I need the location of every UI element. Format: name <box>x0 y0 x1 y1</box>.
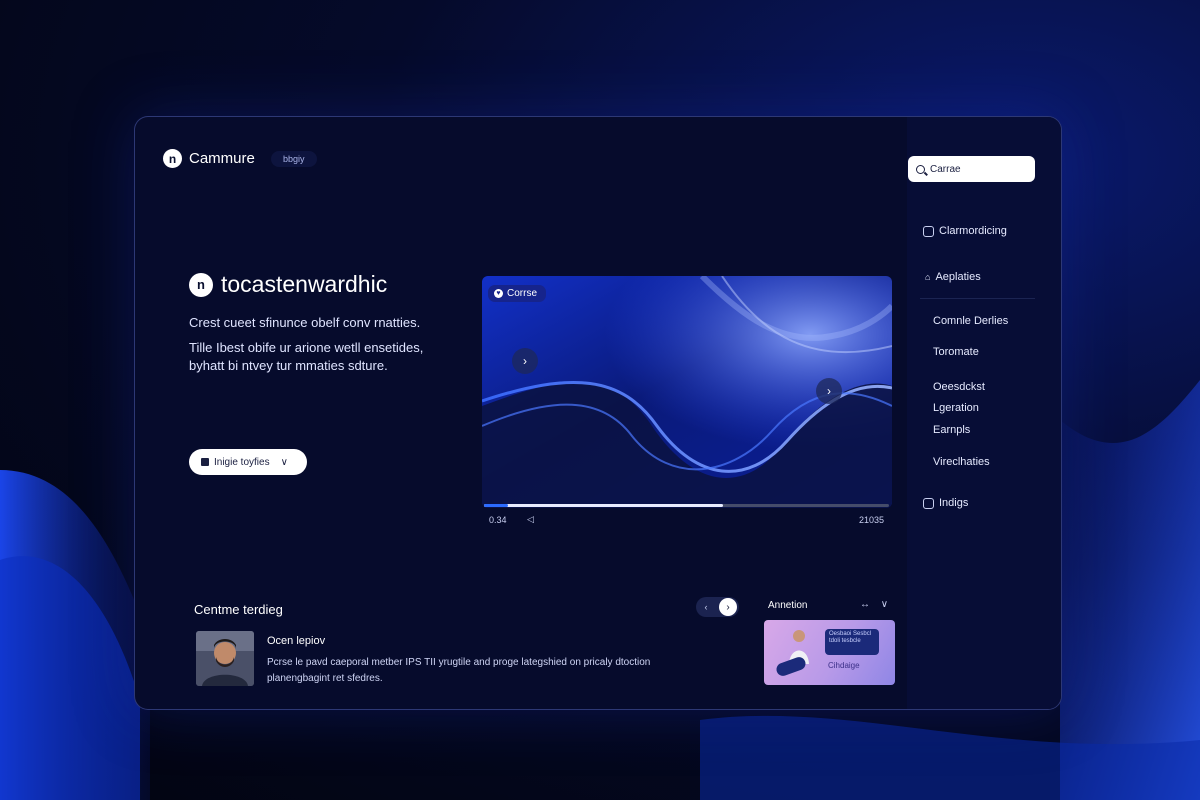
header-tag[interactable]: bbgiy <box>271 151 317 167</box>
annotation-card[interactable]: Oesbaoi Sesbcl tdoli tesbcle Cihdaige <box>764 620 895 685</box>
volume-icon[interactable]: ◁ <box>527 514 534 525</box>
hero-description: Crest cueet sfinunce obelf conv rnatties… <box>189 315 421 330</box>
annotation-label: Cihdaige <box>828 661 860 670</box>
sidebar-item-label: Toromate <box>933 346 979 358</box>
app-window: n Cammure bbgiy n tocastenwardhic Crest … <box>134 116 1062 710</box>
sidebar-item-label: Comnle Derlies <box>933 315 1009 327</box>
sidebar-divider <box>920 298 1035 299</box>
sidebar-item-comnle-derlies[interactable]: Comnle Derlies <box>933 315 1008 327</box>
card-description: Pcrse le pavd caeporal metber IPS TII yr… <box>267 657 651 684</box>
heart-icon: ♥ <box>494 289 503 298</box>
video-time-current: 0.34 <box>489 515 507 525</box>
person-portrait-icon <box>196 631 254 686</box>
sidebar-item-label: Oeesdckst <box>933 381 985 393</box>
video-time-total: 21035 <box>859 515 885 525</box>
annotation-sticker <box>774 655 808 678</box>
carousel-prev-button[interactable]: ‹ <box>696 602 716 612</box>
sidebar-item-toromate[interactable]: Toromate <box>933 346 979 358</box>
hero-title: n tocastenwardhic <box>189 271 387 298</box>
video-badge-label: Corrse <box>507 288 538 299</box>
video-prev-button[interactable]: › <box>512 348 538 374</box>
sidebar-item-label: Clarmordicing <box>939 225 1007 237</box>
search-box[interactable] <box>908 156 1035 182</box>
section-title: Centme terdieg <box>194 602 283 617</box>
sidebar-item-vireclhaties[interactable]: Vireclhaties <box>933 456 990 468</box>
brand[interactable]: n Cammure <box>163 149 255 168</box>
brand-logo-icon: n <box>163 149 182 168</box>
sidebar-item-label: Aeplaties <box>935 271 981 283</box>
sidebar-item-aeplaties[interactable]: ⌂ Aeplaties <box>925 271 981 283</box>
search-icon <box>916 164 925 174</box>
annotation-controls-icon[interactable]: ↔ ∨ <box>860 599 892 610</box>
sidebar-item-label: Lgeration <box>933 402 979 414</box>
annotation-pill: Oesbaoi Sesbcl tdoli tesbcle <box>825 629 879 655</box>
carousel-controls: ‹ › <box>696 597 739 617</box>
brand-name: Cammure <box>189 150 255 167</box>
sidebar-item-lgeration[interactable]: Lgeration <box>933 402 979 414</box>
video-progress-fill <box>484 504 723 507</box>
video-progress-accent <box>484 504 508 507</box>
hero-logo-icon: n <box>189 272 213 297</box>
hero-description-secondary: Tille Ibest obife ur arione wetll enseti… <box>189 340 424 373</box>
video-progress-bar[interactable] <box>484 504 889 507</box>
sidebar-item-oeesdckst[interactable]: Oeesdckst <box>933 381 985 393</box>
clipboard-icon <box>923 225 934 237</box>
avatar[interactable] <box>196 631 254 686</box>
topics-dropdown[interactable]: Inigie toyfies ∨ <box>189 449 307 475</box>
video-player[interactable]: ♥ Corrse › › <box>482 276 892 508</box>
grid-icon <box>201 458 209 466</box>
annotation-title: Annetion <box>768 600 808 611</box>
search-input[interactable] <box>930 163 1025 175</box>
chevron-down-icon: ∨ <box>280 456 288 468</box>
chat-icon <box>923 497 934 509</box>
sidebar-item-label: Indigs <box>939 497 969 509</box>
sidebar-item-label: Earnpls <box>933 424 971 436</box>
sidebar-item-earnpls[interactable]: Earnpls <box>933 424 970 436</box>
sidebar <box>907 117 1061 709</box>
sidebar-item-label: Vireclhaties <box>933 456 990 468</box>
card-title[interactable]: Ocen lepiov <box>267 635 325 647</box>
sidebar-item-indigs[interactable]: Indigs <box>923 497 968 509</box>
video-badge[interactable]: ♥ Corrse <box>488 285 547 302</box>
apps-icon: ⌂ <box>925 272 931 282</box>
sidebar-item-clarmordicing[interactable]: Clarmordicing <box>923 225 1007 237</box>
hero-title-text: tocastenwardhic <box>221 271 388 297</box>
video-play-button[interactable]: › <box>816 378 842 404</box>
dropdown-label: Inigie toyfies <box>214 456 270 468</box>
carousel-next-button[interactable]: › <box>719 598 737 616</box>
